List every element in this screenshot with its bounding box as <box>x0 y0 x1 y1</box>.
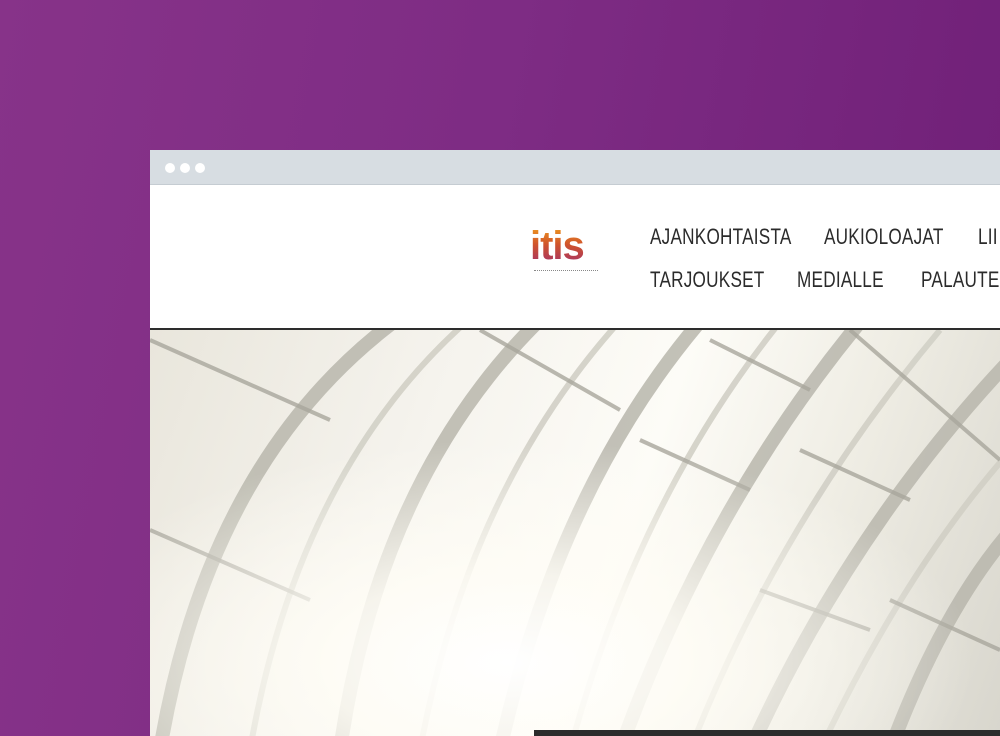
window-dot-icon[interactable] <box>165 163 175 173</box>
window-dot-icon[interactable] <box>180 163 190 173</box>
hero-image <box>150 330 1000 736</box>
nav-item-aukioloajat[interactable]: AUKIOLOAJAT <box>824 224 944 250</box>
glass-roof-image <box>150 330 1000 736</box>
site-logo[interactable]: itis <box>530 224 602 280</box>
window-dot-icon[interactable] <box>195 163 205 173</box>
nav-item-lii[interactable]: LII <box>978 224 998 250</box>
nav-item-medialle[interactable]: MEDIALLE <box>797 267 884 293</box>
browser-titlebar <box>150 150 1000 185</box>
nav-item-ajankohtaista[interactable]: AJANKOHTAISTA <box>650 224 792 250</box>
logo-tagline <box>534 270 598 273</box>
nav-item-tarjoukset[interactable]: TARJOUKSET <box>650 267 765 293</box>
site-header: itis AJANKOHTAISTA AUKIOLOAJAT LII TARJO… <box>150 185 1000 330</box>
browser-window: itis AJANKOHTAISTA AUKIOLOAJAT LII TARJO… <box>150 150 1000 736</box>
nav-item-palaute[interactable]: PALAUTE <box>921 267 1000 293</box>
logo-text: itis <box>530 224 585 268</box>
content-bar <box>534 730 1000 736</box>
